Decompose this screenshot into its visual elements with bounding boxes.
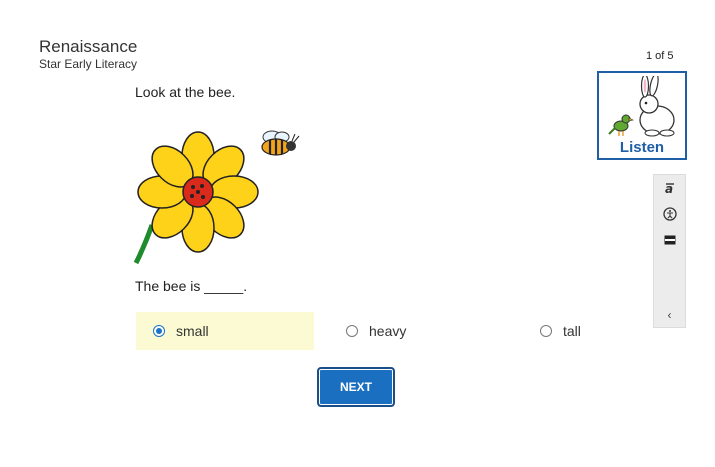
answer-option-label: small	[176, 323, 209, 339]
product-name: Star Early Literacy	[39, 57, 138, 71]
flower-icon	[137, 131, 259, 253]
radio-icon[interactable]	[540, 325, 552, 337]
accessibility-icon[interactable]	[654, 204, 685, 224]
flower-stem	[133, 224, 155, 265]
answer-option-label: tall	[563, 323, 581, 339]
brand-name: Renaissance	[39, 37, 138, 56]
brand: Renaissance Star Early Literacy	[39, 37, 137, 71]
listen-label: Listen	[619, 139, 665, 156]
rabbit-bird-icon	[608, 76, 675, 137]
line-reader-icon[interactable]	[654, 230, 685, 250]
flower-bee-illustration	[133, 130, 300, 265]
answer-option-small[interactable]: small	[136, 312, 314, 350]
collapse-toolbar-icon[interactable]: ‹	[654, 305, 685, 325]
answer-option-tall[interactable]: tall	[540, 312, 581, 350]
answer-option-heavy[interactable]: heavy	[346, 312, 406, 350]
answer-option-label: heavy	[369, 323, 407, 339]
question-counter: 1 of 5	[646, 50, 674, 62]
bee-icon	[261, 130, 300, 156]
tools-sidebar: a ‹	[653, 174, 686, 328]
radio-icon[interactable]	[346, 325, 358, 337]
listen-button[interactable]: Listen	[597, 71, 687, 160]
question-stem: The bee is _____.	[135, 278, 248, 294]
next-button[interactable]: NEXT	[317, 367, 395, 407]
question-prompt: Look at the bee.	[135, 84, 236, 100]
radio-selected-icon[interactable]	[153, 325, 165, 337]
translate-icon[interactable]: a	[654, 178, 685, 198]
